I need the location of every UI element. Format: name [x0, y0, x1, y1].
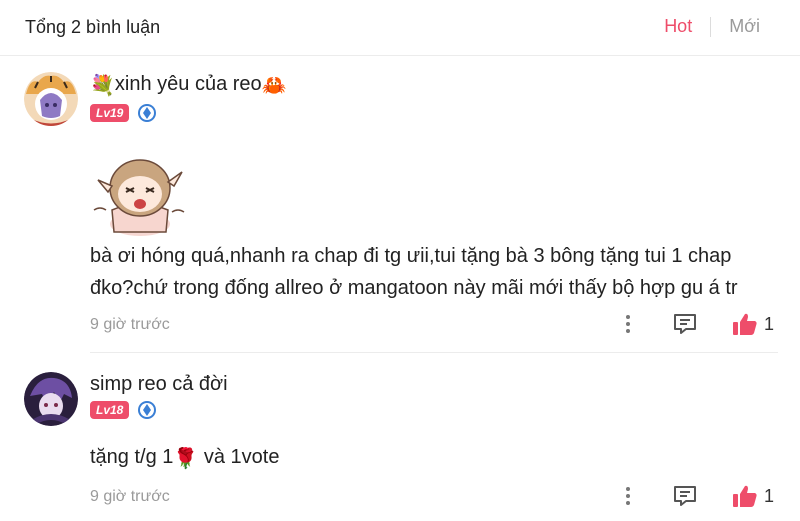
- avatar[interactable]: [24, 372, 78, 426]
- like-button[interactable]: 1: [732, 312, 774, 336]
- rose-emoji: 🌹: [173, 448, 199, 470]
- comment-count-title: Tổng 2 bình luận: [25, 17, 161, 37]
- crab-emoji: 🦀: [261, 75, 287, 97]
- comment-divider: [90, 352, 778, 353]
- comment-text-line: bà ơi hóng quá,nhanh ra chap đi tg ưii,t…: [90, 245, 732, 267]
- comment-text: bà ơi hóng quá,nhanh ra chap đi tg ưii,t…: [90, 240, 738, 304]
- sort-divider: [710, 16, 712, 37]
- reply-icon[interactable]: [672, 484, 698, 508]
- comment-text-line: đko?chứ trong đống allreo ở mangatoon nà…: [90, 277, 738, 299]
- comments-header: Tổng 2 bình luận Hot Mới: [0, 0, 800, 56]
- comment-username[interactable]: 💐xinh yêu của reo🦀: [90, 73, 287, 98]
- avatar[interactable]: [24, 72, 78, 126]
- comment-username[interactable]: simp reo cả đời: [90, 373, 228, 396]
- vip-diamond-icon: [138, 401, 157, 419]
- username-text: xinh yêu của reo: [114, 73, 262, 95]
- thumbs-up-icon: [732, 485, 757, 507]
- sort-tabs: Hot Mới: [664, 16, 760, 37]
- comment-time: 9 giờ trước: [90, 488, 170, 505]
- comment-actions: 1: [618, 312, 774, 336]
- like-button[interactable]: 1: [732, 484, 774, 508]
- level-badge: Lv18: [90, 401, 130, 419]
- reply-icon[interactable]: [672, 312, 698, 336]
- more-options-icon[interactable]: [618, 484, 638, 508]
- user-badges: Lv19: [90, 103, 157, 123]
- sort-new-tab[interactable]: Mới: [729, 16, 760, 37]
- thumbs-up-icon: [732, 313, 757, 335]
- more-options-icon[interactable]: [618, 312, 638, 336]
- comment-text-part: tặng t/g 1: [90, 446, 174, 468]
- crying-girl-sticker: [90, 150, 188, 236]
- comment-text: tặng t/g 1🌹 và 1vote: [90, 441, 279, 475]
- bouquet-emoji: 💐: [90, 75, 115, 97]
- level-badge: Lv19: [90, 104, 130, 122]
- sort-hot-tab[interactable]: Hot: [664, 16, 692, 37]
- like-count: 1: [763, 313, 774, 334]
- comment-actions: 1: [618, 484, 774, 508]
- comment-time: 9 giờ trước: [90, 316, 170, 333]
- vip-diamond-icon: [138, 104, 157, 122]
- comment-text-part: và 1vote: [198, 446, 280, 468]
- user-badges: Lv18: [90, 400, 157, 420]
- like-count: 1: [763, 485, 774, 506]
